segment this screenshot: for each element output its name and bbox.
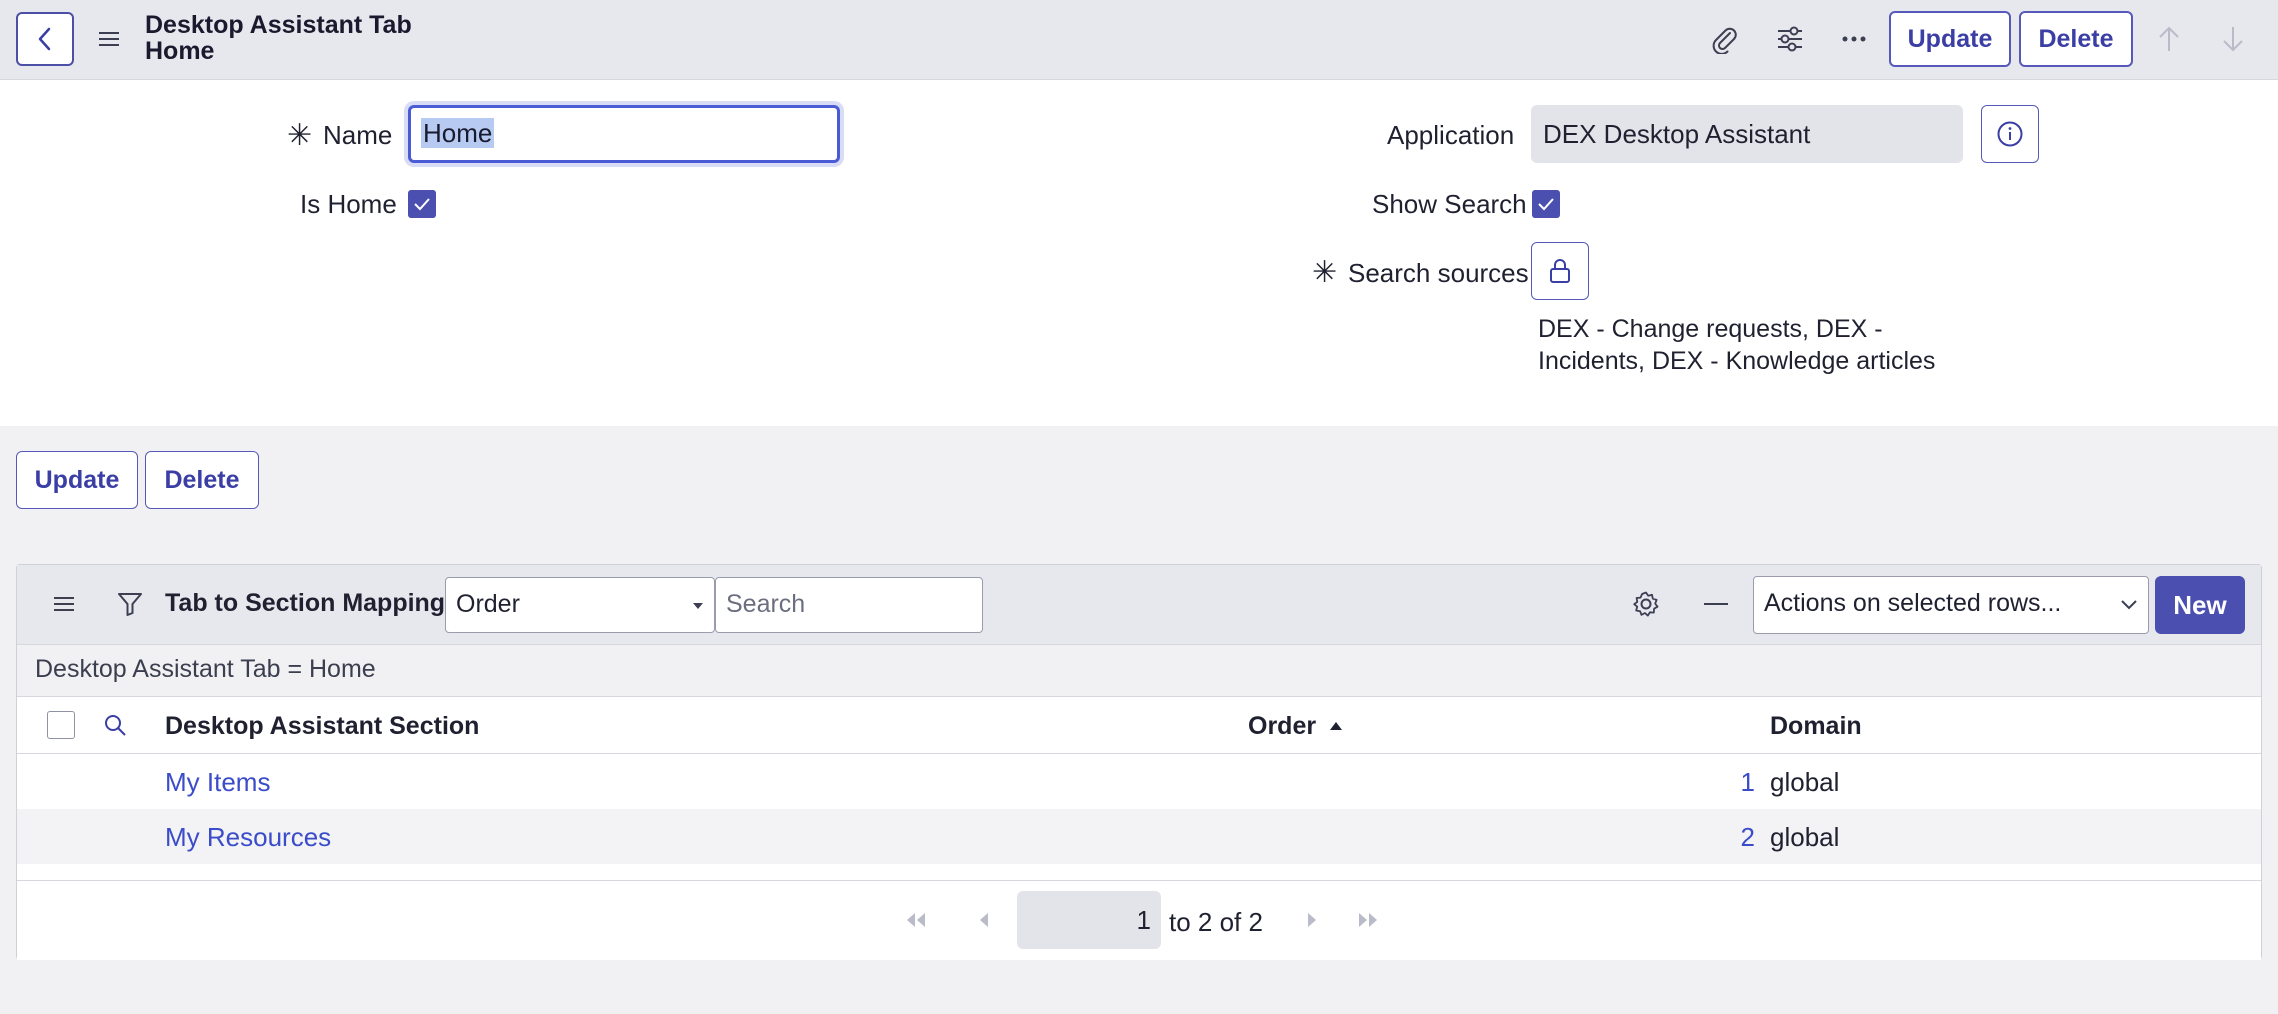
related-list-title: Tab to Section Mappings [165,589,459,617]
more-horizontal-icon [1842,36,1866,42]
record-header: Desktop Assistant Tab Home Update Delete [0,0,2278,80]
application-label: Application [1387,120,1515,150]
column-header-order[interactable]: Order [1248,712,1316,741]
context-menu-button[interactable] [92,22,126,56]
pagination-range: to 2 of 2 [1169,907,1263,937]
row-order-value[interactable]: 1 [1741,767,1755,798]
page-title: Desktop Assistant Tab Home [145,11,412,65]
row-domain-value: global [1770,767,1840,797]
new-button[interactable]: New [2155,576,2245,634]
checkmark-icon [1538,198,1554,211]
show-search-checkbox[interactable] [1532,190,1560,218]
personalize-form-button[interactable] [1771,20,1809,58]
list-settings-button[interactable] [1627,585,1665,623]
show-search-label: Show Search [1372,189,1527,219]
is-home-checkbox[interactable] [408,190,436,218]
column-header-section[interactable]: Desktop Assistant Section [165,712,479,741]
form-update-button[interactable]: Update [16,451,138,509]
table-row: My Items 1 global [17,754,2261,809]
application-field: DEX Desktop Assistant [1531,105,1963,163]
previous-record-button[interactable] [2150,20,2188,58]
required-marker-icon: ✳ [1312,256,1338,289]
previous-page-button[interactable] [969,905,999,935]
column-search-button[interactable] [99,709,131,741]
gear-icon [1633,591,1659,617]
is-home-label: Is Home [300,189,397,219]
row-section-link[interactable]: My Resources [165,822,331,853]
table-row: My Resources 2 global [17,809,2261,864]
double-chevron-left-icon [907,913,925,927]
application-info-button[interactable] [1981,105,2039,163]
back-button[interactable] [16,12,74,66]
collapse-list-button[interactable] [1697,585,1735,623]
column-header-domain[interactable]: Domain [1770,712,1862,741]
row-order-value[interactable]: 2 [1741,822,1755,853]
chevron-down-icon [2121,600,2137,610]
breadcrumb-filter-text[interactable]: Desktop Assistant Tab = Home [35,655,376,683]
double-chevron-right-icon [1359,913,1377,927]
caret-down-icon [693,603,703,609]
name-field[interactable]: Home [408,105,840,163]
checkmark-icon [414,198,430,211]
pagination: 1 to 2 of 2 [17,880,2261,960]
list-search-input[interactable]: Search [715,577,983,633]
actions-select[interactable]: Actions on selected rows... [1753,576,2149,634]
last-page-button[interactable] [1353,905,1383,935]
arrow-up-icon [2159,26,2179,51]
required-marker-icon: ✳ [287,119,313,152]
search-field-select[interactable]: Order [445,577,715,633]
sort-ascending-icon [1330,722,1342,730]
chevron-right-icon [1308,913,1316,927]
hamburger-icon [54,597,74,611]
search-sources-value: DEX - Change requests, DEX - Incidents, … [1538,315,1936,375]
name-label: Name [323,120,393,150]
lock-icon [1550,259,1570,283]
search-field-select-value: Order [456,590,520,618]
next-page-button[interactable] [1297,905,1327,935]
page-number-input[interactable]: 1 [1017,891,1161,949]
unlock-search-sources-button[interactable] [1531,242,1589,300]
list-context-menu-button[interactable] [47,587,81,621]
row-section-link[interactable]: My Items [165,767,270,798]
info-icon [1997,121,2023,147]
form-delete-button[interactable]: Delete [145,451,259,509]
more-options-button[interactable] [1835,20,1873,58]
first-page-button[interactable] [901,905,931,935]
attachment-button[interactable] [1705,20,1743,58]
related-list-toolbar: Tab to Section Mappings Order Search Act… [17,565,2261,645]
next-record-button[interactable] [2214,20,2252,58]
related-list: Tab to Section Mappings Order Search Act… [16,564,2262,960]
filter-button[interactable] [111,585,149,623]
search-icon [105,715,126,736]
table-header-row: Desktop Assistant Section Order Domain [17,697,2261,754]
arrow-down-icon [2223,27,2243,52]
chevron-left-icon [980,913,988,927]
select-all-checkbox[interactable] [47,711,75,739]
sliders-icon [1778,26,1802,52]
actions-select-value: Actions on selected rows... [1764,589,2062,617]
chevron-left-icon [38,27,51,51]
header-delete-button[interactable]: Delete [2019,11,2133,67]
row-domain-value: global [1770,822,1840,852]
funnel-icon [118,593,142,616]
paperclip-icon [1712,27,1737,54]
name-value: Home [421,118,495,148]
minus-icon [1704,603,1728,605]
hamburger-icon [99,32,119,46]
search-sources-label: Search sources [1348,258,1529,288]
header-update-button[interactable]: Update [1889,11,2011,67]
breadcrumb-filter: Desktop Assistant Tab = Home [17,645,2261,697]
